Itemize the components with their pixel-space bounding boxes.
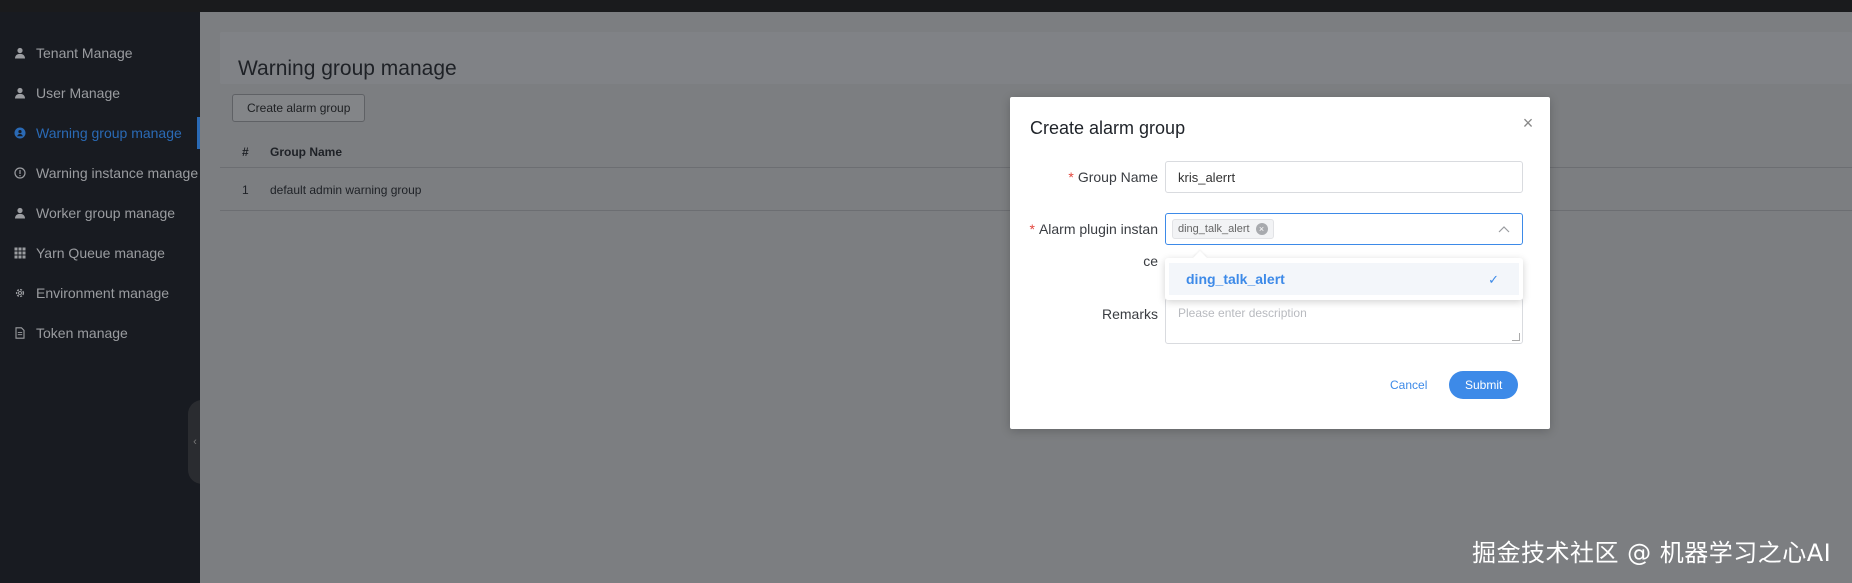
column-header-group-name: Group Name bbox=[270, 144, 343, 159]
sidebar-item-warning-group-manage[interactable]: Warning group manage bbox=[0, 113, 200, 153]
required-marker: * bbox=[1068, 169, 1074, 185]
page-title: Warning group manage bbox=[238, 57, 457, 80]
dropdown-option-ding-talk-alert[interactable]: ding_talk_alert ✓ bbox=[1169, 263, 1519, 295]
row-group-name: default admin warning group bbox=[270, 182, 422, 197]
selected-plugin-tag-label: ding_talk_alert bbox=[1178, 223, 1250, 235]
sidebar-item-token-manage[interactable]: Token manage bbox=[0, 313, 200, 353]
create-alarm-group-button[interactable]: Create alarm group bbox=[232, 94, 366, 122]
resize-handle-icon[interactable] bbox=[1512, 333, 1520, 341]
group-name-label: * Group Name bbox=[1068, 169, 1158, 185]
check-icon: ✓ bbox=[1488, 272, 1499, 287]
dropdown-option-label: ding_talk_alert bbox=[1186, 271, 1285, 287]
remarks-label: Remarks bbox=[1101, 306, 1158, 322]
sidebar-item-label: Token manage bbox=[36, 325, 128, 341]
required-marker: * bbox=[1029, 221, 1035, 237]
info-circle-icon bbox=[13, 166, 27, 180]
sidebar-item-label: User Manage bbox=[36, 85, 121, 101]
watermark: 掘金技术社区 @ 机器学习之心AI bbox=[1472, 539, 1832, 567]
sidebar-item-tenant-manage[interactable]: Tenant Manage bbox=[0, 33, 200, 73]
sidebar: Tenant Manage User Manage Warning group … bbox=[0, 12, 200, 583]
user-icon bbox=[13, 86, 27, 100]
chevron-up-icon bbox=[1498, 222, 1510, 236]
dialog-title: Create alarm group bbox=[1030, 118, 1186, 138]
sidebar-item-user-manage[interactable]: User Manage bbox=[0, 73, 200, 113]
user-icon bbox=[13, 206, 27, 220]
create-alarm-group-dialog: Create alarm group × * Group Name kris_al… bbox=[1010, 97, 1550, 429]
sidebar-item-label: Tenant Manage bbox=[36, 45, 133, 61]
plugin-dropdown: ding_talk_alert ✓ bbox=[1165, 258, 1523, 300]
top-bar bbox=[0, 0, 1852, 12]
user-icon bbox=[13, 46, 27, 60]
alarm-plugin-label-line1: Alarm plugin instan bbox=[1038, 221, 1158, 237]
sidebar-item-yarn-queue-manage[interactable]: Yarn Queue manage bbox=[0, 233, 200, 273]
sidebar-item-label: Warning instance manage bbox=[36, 165, 199, 181]
alarm-plugin-label-line2: ce bbox=[1143, 253, 1158, 269]
remarks-textarea[interactable]: Please enter description bbox=[1165, 298, 1523, 344]
sidebar-item-warning-instance-manage[interactable]: Warning instance manage bbox=[0, 153, 200, 193]
grid-icon bbox=[13, 246, 27, 260]
sidebar-item-worker-group-manage[interactable]: Worker group manage bbox=[0, 193, 200, 233]
alarm-plugin-label: * Alarm plugin instan bbox=[1029, 221, 1158, 237]
alert-group-icon bbox=[13, 126, 27, 140]
remove-tag-icon[interactable]: × bbox=[1255, 223, 1268, 235]
gear-icon bbox=[13, 286, 27, 300]
page-title-card bbox=[220, 32, 1852, 84]
group-name-input[interactable]: kris_alerrt bbox=[1165, 161, 1523, 193]
row-index: 1 bbox=[242, 182, 249, 197]
group-name-label-text: Group Name bbox=[1077, 169, 1158, 185]
chevron-left-icon: ‹ bbox=[193, 436, 197, 448]
column-header-index: # bbox=[242, 144, 249, 159]
close-icon[interactable]: × bbox=[1520, 114, 1536, 132]
sidebar-item-label: Environment manage bbox=[36, 285, 170, 301]
alarm-plugin-select[interactable]: ding_talk_alert × bbox=[1165, 213, 1523, 245]
sidebar-item-label: Warning group manage bbox=[36, 125, 182, 141]
sidebar-item-label: Worker group manage bbox=[36, 205, 176, 221]
cancel-button[interactable]: Cancel bbox=[1374, 371, 1443, 399]
document-icon bbox=[13, 326, 27, 340]
selected-plugin-tag: ding_talk_alert × bbox=[1172, 219, 1274, 239]
sidebar-item-environment-manage[interactable]: Environment manage bbox=[0, 273, 200, 313]
submit-button[interactable]: Submit bbox=[1449, 371, 1519, 399]
sidebar-item-label: Yarn Queue manage bbox=[36, 245, 165, 261]
remarks-placeholder: Please enter description bbox=[1178, 306, 1307, 320]
